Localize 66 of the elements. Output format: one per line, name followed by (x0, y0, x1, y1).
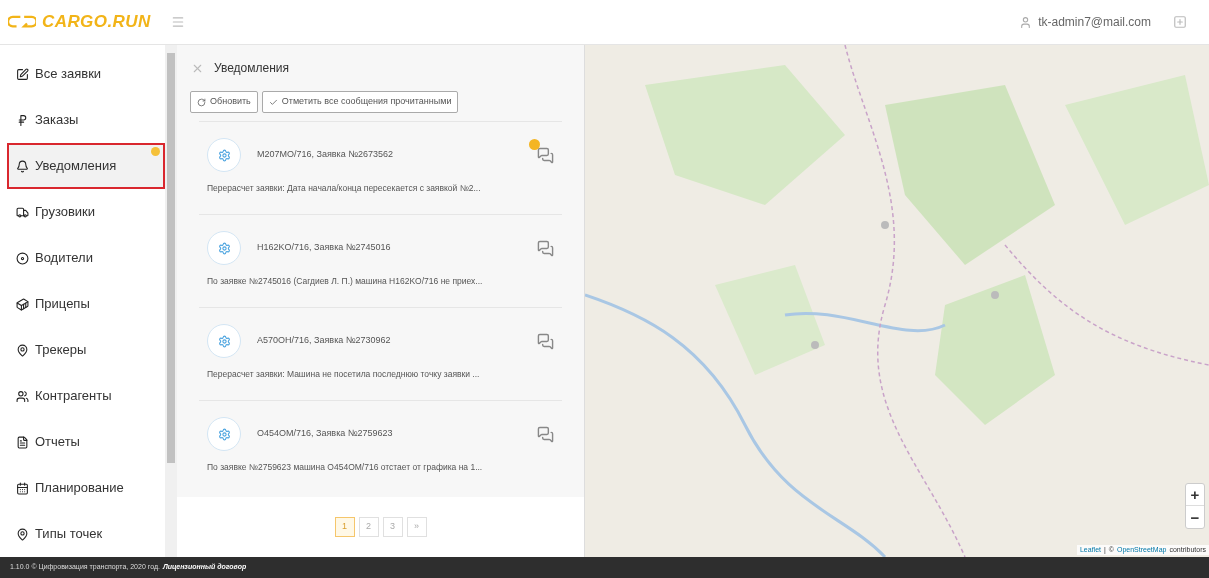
mark-read-button[interactable]: Отметить все сообщения прочитанными (261, 91, 459, 113)
user-icon (1019, 15, 1033, 29)
sidebar-item[interactable]: Водители (7, 235, 165, 281)
sidebar-item[interactable]: Трекеры (7, 327, 165, 373)
sidebar-label: Отчеты (35, 433, 80, 452)
sidebar-label: Водители (35, 249, 93, 268)
chat-icon[interactable] (537, 239, 554, 257)
sidebar-label: Типы точек (35, 525, 103, 544)
notification-title: A570OH/716, Заявка №2730962 (257, 334, 391, 348)
sidebar-item[interactable]: Типы точек (7, 511, 165, 557)
panel-title: Уведомления (214, 60, 290, 77)
wheel-icon (16, 251, 29, 265)
sidebar-item[interactable]: Заказы (7, 97, 165, 143)
notification-text: Перерасчет заявки: Машина не посетила последнюю точку заявки ... (207, 368, 481, 381)
refresh-icon (197, 97, 206, 107)
chat-icon[interactable] (537, 332, 554, 350)
pin-icon (16, 527, 29, 541)
people-icon (16, 389, 29, 403)
sidebar-label: Контрагенты (35, 387, 112, 406)
sidebar-label: Заказы (35, 111, 79, 130)
gear-icon (207, 231, 241, 265)
ruble-icon (16, 113, 29, 127)
sidebar-item[interactable]: Контрагенты (7, 373, 165, 419)
user-email[interactable]: tk-admin7@mail.com (1038, 13, 1151, 31)
check-icon (268, 97, 278, 107)
sidebar-label: Уведомления (35, 157, 117, 176)
notification-text: По заявке №2759623 машина O454OM/716 отстает от графика на 1... (207, 461, 484, 474)
sidebar-label: Планирование (35, 479, 124, 498)
sidebar-item[interactable]: Грузовики (7, 189, 165, 235)
logout-button[interactable] (1173, 15, 1187, 29)
zoom-in-button[interactable]: + (1186, 484, 1204, 506)
truck-icon (16, 205, 29, 219)
sidebar-label: Грузовики (35, 203, 96, 222)
refresh-button[interactable]: Обновить (190, 91, 258, 113)
sidebar-item[interactable]: Все заявки (7, 51, 165, 97)
sidebar-label: Трекеры (35, 341, 87, 360)
sidebar-item[interactable]: Уведомления (7, 143, 165, 189)
notification-title: M207MO/716, Заявка №2673562 (257, 148, 393, 162)
pin-icon (16, 343, 29, 357)
notification-card[interactable]: O454OM/716, Заявка №2759623 По заявке №2759623 машина O454OM/716 отстает от графика на 1... (199, 400, 562, 493)
notification-text: По заявке №2745016 (Сагдиев Л. П.) машина H162KO/716 не приех... (207, 275, 484, 288)
box-icon (16, 297, 29, 311)
logo-text: CARGO.RUN (42, 11, 151, 34)
notification-text: Перерасчет заявки: Дата начала/конца пересекается с заявкой №2... (207, 182, 482, 195)
logo-icon (8, 14, 36, 30)
zoom-out-button[interactable]: − (1186, 506, 1204, 528)
gear-icon (207, 417, 241, 451)
notification-card[interactable]: H162KO/716, Заявка №2745016 По заявке №2745016 (Сагдиев Л. П.) машина H162KO/716 не приех... (199, 214, 562, 307)
sidebar-item[interactable]: Отчеты (7, 419, 165, 465)
document-icon (16, 435, 29, 449)
gear-icon (207, 138, 241, 172)
gear-icon (207, 324, 241, 358)
chat-icon[interactable] (537, 425, 554, 443)
sidebar-item[interactable]: Планирование (7, 465, 165, 511)
edit-icon (16, 67, 29, 81)
calendar-icon (16, 481, 29, 495)
notification-title: O454OM/716, Заявка №2759623 (257, 427, 393, 441)
notification-card[interactable]: A570OH/716, Заявка №2730962 Перерасчет заявки: Машина не посетила последнюю точку заявки ... (199, 307, 562, 400)
sidebar-item[interactable]: Прицепы (7, 281, 165, 327)
sidebar-label: Прицепы (35, 295, 90, 314)
notification-title: H162KO/716, Заявка №2745016 (257, 241, 391, 255)
scrollbar[interactable] (165, 45, 177, 557)
notification-card[interactable]: M207MO/716, Заявка №2673562 Перерасчет заявки: Дата начала/конца пересекается с заявкой №2... (199, 121, 562, 214)
sidebar-label: Все заявки (35, 65, 102, 84)
bell-icon (16, 159, 29, 173)
chat-icon[interactable] (537, 146, 554, 164)
